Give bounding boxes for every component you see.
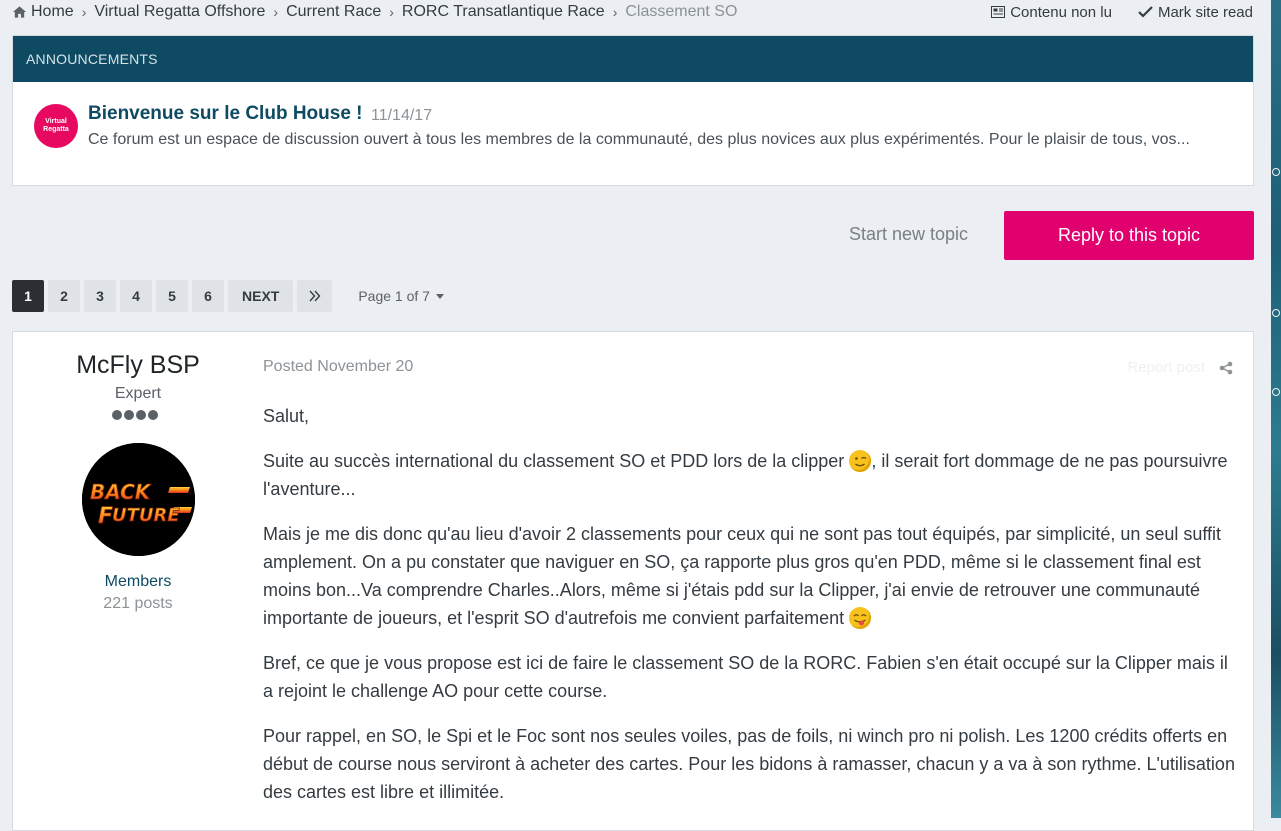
last-page-button[interactable]: [297, 280, 333, 312]
announcement-avatar[interactable]: Virtual Regatta: [34, 104, 78, 148]
author-group: Members: [104, 573, 172, 590]
chevron-right-icon: ›: [612, 4, 618, 20]
chevron-right-icon: ›: [389, 4, 394, 20]
page-button-5[interactable]: 5: [156, 280, 188, 312]
unread-content-link[interactable]: Contenu non lu: [991, 4, 1112, 21]
post-actions: Report post: [1127, 359, 1233, 376]
author-post-count: 221 posts: [103, 595, 173, 612]
author-avatar[interactable]: BACK UTURE F: [82, 443, 195, 556]
desktop-dot: [1272, 168, 1280, 176]
announcements-panel: ANNOUNCEMENTS Virtual Regatta Bienvenue …: [12, 35, 1254, 186]
page-button-4[interactable]: 4: [120, 280, 152, 312]
pagination: 1 2 3 4 5 6 NEXT Page 1 of 7: [12, 280, 444, 312]
unread-content-label: Contenu non lu: [1010, 3, 1112, 21]
post-text: Mais je me dis donc qu'au lieu d'avoir 2…: [263, 524, 1222, 628]
wink-emoji-icon: [849, 450, 872, 472]
caret-down-icon: [435, 293, 444, 299]
start-new-topic-button[interactable]: Start new topic: [849, 224, 968, 245]
rank-pip: [136, 410, 146, 420]
next-page-button[interactable]: NEXT: [228, 280, 294, 312]
svg-text:BACK: BACK: [90, 480, 152, 504]
desktop-background-strip: [1271, 0, 1281, 818]
page-button-2[interactable]: 2: [48, 280, 80, 312]
rank-pips: [112, 410, 160, 420]
announcement-title-link[interactable]: Bienvenue sur le Club House !: [88, 103, 363, 125]
newspaper-icon: [991, 6, 1006, 18]
breadcrumb-home[interactable]: Home: [12, 3, 74, 21]
breadcrumb-current-race[interactable]: Current Race: [286, 3, 381, 21]
tongue-out-emoji-icon: [849, 607, 872, 629]
rank-pip: [124, 410, 134, 420]
page-jump-dropdown[interactable]: Page 1 of 7: [358, 288, 444, 304]
post-content: Salut, Suite au succès international du …: [263, 402, 1238, 823]
double-chevron-right-icon: [309, 290, 321, 302]
breadcrumb-rorc-race[interactable]: RORC Transatlantique Race: [402, 3, 605, 21]
rank-pip: [112, 410, 122, 420]
share-icon[interactable]: [1219, 361, 1233, 375]
svg-text:UTURE: UTURE: [112, 505, 180, 526]
announcement-excerpt: Ce forum est un espace de discussion ouv…: [88, 131, 1190, 148]
report-post-link[interactable]: Report post: [1127, 359, 1205, 376]
post-paragraph: Bref, ce que je vous propose est ici de …: [263, 653, 1228, 701]
home-icon: [12, 6, 27, 18]
chevron-right-icon: ›: [273, 4, 279, 20]
chevron-right-icon: ›: [81, 4, 87, 20]
breadcrumb-home-label: Home: [31, 3, 74, 20]
svg-text:F: F: [98, 504, 113, 529]
desktop-dot: [1272, 388, 1280, 396]
desktop-dot: [1272, 309, 1280, 317]
author-rank: Expert: [114, 385, 162, 402]
post-date: Posted November 20: [263, 358, 414, 375]
announcements-header: ANNOUNCEMENTS: [13, 36, 1253, 82]
breadcrumb-current: Classement SO: [625, 3, 738, 20]
breadcrumb: Home › Virtual Regatta Offshore › Curren…: [12, 0, 737, 24]
page-of-label: Page 1 of 7: [358, 288, 430, 304]
post-paragraph: Pour rappel, en SO, le Spi et le Foc son…: [263, 726, 1235, 802]
post-text: Suite au succès international du classem…: [263, 451, 845, 471]
author-name-link[interactable]: McFly BSP: [13, 351, 263, 380]
top-links: Contenu non lu Mark site read: [965, 0, 1253, 24]
announcement-avatar-logo-text: Virtual Regatta: [43, 118, 69, 133]
mark-site-read-label: Mark site read: [1157, 3, 1253, 21]
rank-pip: [148, 410, 158, 420]
post-paragraph: Mais je me dis donc qu'au lieu d'avoir 2…: [263, 520, 1238, 632]
back-to-the-future-logo: BACK UTURE F: [82, 443, 195, 556]
page-button-1[interactable]: 1: [12, 280, 44, 312]
page-button-6[interactable]: 6: [192, 280, 224, 312]
page-button-3[interactable]: 3: [84, 280, 116, 312]
announcement-date: 11/14/17: [371, 107, 433, 124]
post-paragraph: Suite au succès international du classem…: [263, 447, 1238, 503]
forum-post: McFly BSP Expert BACK UTURE F Members 22…: [12, 331, 1254, 831]
breadcrumb-virtual-regatta-offshore[interactable]: Virtual Regatta Offshore: [94, 3, 265, 21]
check-icon: [1138, 6, 1153, 18]
post-paragraph: Salut,: [263, 406, 310, 426]
mark-site-read-link[interactable]: Mark site read: [1138, 4, 1253, 21]
reply-to-topic-button[interactable]: Reply to this topic: [1004, 211, 1254, 260]
